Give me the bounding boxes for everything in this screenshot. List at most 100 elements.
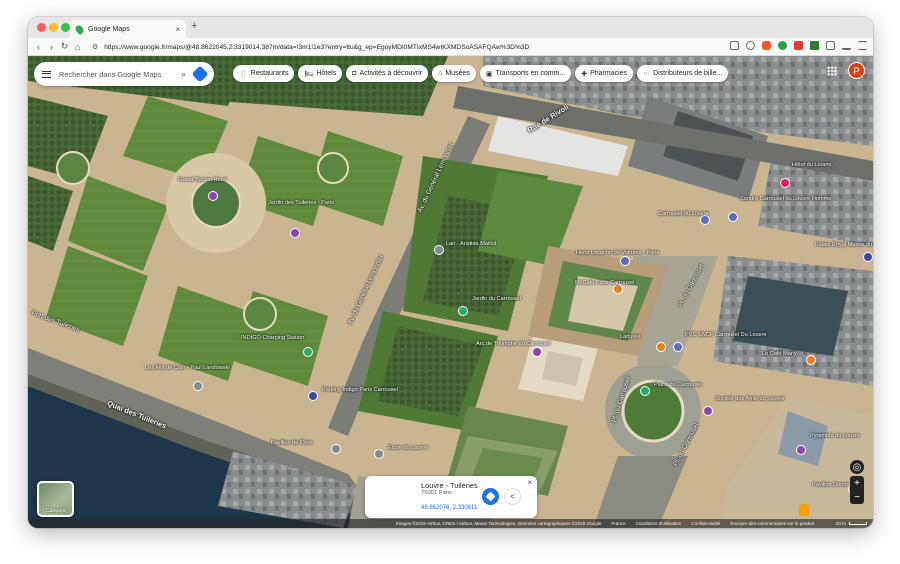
- place-label[interactable]: Société des Amis du Louvre: [715, 396, 784, 402]
- place-label[interactable]: Sandro Carrousel du Louvre Homme: [740, 196, 831, 202]
- place-label[interactable]: Parking Indigo Paris Carrousel: [322, 387, 398, 393]
- place-pin-icon[interactable]: [796, 445, 806, 455]
- location-info-card[interactable]: Louvre - Tuileries 75001 Paris 48.862076…: [365, 476, 537, 518]
- directions-icon[interactable]: [191, 65, 209, 83]
- place-label[interactable]: McCafé Paris Carrousel: [575, 280, 634, 286]
- place-label[interactable]: Jardin du Carrousel: [472, 296, 521, 302]
- place-pin-icon[interactable]: [458, 306, 468, 316]
- place-label[interactable]: PVC SNCF Carrousel Du Louvre: [685, 332, 766, 338]
- scale-bar[interactable]: 20 m: [836, 521, 867, 526]
- menu-icon[interactable]: [42, 70, 51, 78]
- search-icon[interactable]: ⌕: [181, 69, 186, 80]
- place-label[interactable]: Le Café Marly: [762, 351, 797, 357]
- map-viewport[interactable]: Rechercher dans Google Maps ⌕ 🍴 Restauran…: [28, 56, 873, 528]
- chip-label: Transports en comm...: [495, 70, 566, 77]
- chip-atm[interactable]: ··· Distributeurs de bille...: [637, 65, 729, 82]
- menu-icon[interactable]: [858, 41, 867, 50]
- place-label[interactable]: Pavillon Denon: [812, 482, 850, 488]
- close-window-button[interactable]: [37, 23, 46, 32]
- footer-link[interactable]: Confidentialité: [691, 521, 720, 526]
- place-pin-icon[interactable]: [780, 178, 790, 188]
- place-pin-icon[interactable]: [728, 212, 738, 222]
- share-icon[interactable]: <: [504, 488, 521, 505]
- site-settings-icon[interactable]: ⚙: [92, 43, 98, 51]
- search-input[interactable]: Rechercher dans Google Maps: [59, 70, 173, 79]
- zoom-out-button[interactable]: −: [850, 490, 864, 504]
- download-icon[interactable]: [746, 41, 755, 50]
- place-label[interactable]: Carrousel du Louvre: [658, 211, 709, 217]
- place-pin-icon[interactable]: [374, 449, 384, 459]
- place-pin-icon[interactable]: [806, 355, 816, 365]
- place-pin-icon[interactable]: [308, 391, 318, 401]
- place-label[interactable]: Hertz Location de Voitures - Paris: [576, 250, 659, 256]
- minimize-window-button[interactable]: [49, 23, 58, 32]
- footer-link[interactable]: Envoyer des commentaires sur le produit: [730, 521, 814, 526]
- place-label[interactable]: Arc de Triomphe du Carrousel: [476, 341, 551, 347]
- zoom-in-button[interactable]: +: [850, 476, 864, 490]
- place-pin-icon[interactable]: [290, 228, 300, 238]
- close-icon[interactable]: ×: [527, 478, 532, 487]
- directions-button[interactable]: [482, 488, 499, 505]
- atm-icon: ···: [643, 70, 651, 77]
- place-label[interactable]: Pavillon de Flore: [271, 440, 313, 446]
- apps-grid-icon[interactable]: [827, 66, 837, 76]
- place-label[interactable]: Hôtel du Louvre: [792, 162, 832, 168]
- place-label[interactable]: Ecole du Louvre: [388, 445, 428, 451]
- chip-museum[interactable]: ⌂ Musées: [432, 65, 476, 82]
- new-tab-button[interactable]: +: [191, 20, 197, 32]
- place-label[interactable]: Ladurée: [620, 334, 641, 340]
- place-label[interactable]: Les Fils de Caïn - Paul Landowski: [145, 365, 230, 371]
- place-pin-icon[interactable]: [193, 381, 203, 391]
- place-label[interactable]: Lair - Aristide Maillol: [446, 241, 496, 247]
- avatar[interactable]: P: [848, 62, 865, 79]
- tab-google-maps[interactable]: Google Maps ×: [70, 20, 186, 38]
- place-label[interactable]: Grand Bassin Rond: [178, 177, 227, 183]
- place-pin-icon[interactable]: [656, 342, 666, 352]
- brave-shield-icon[interactable]: [762, 41, 771, 50]
- street-view-pegman-icon[interactable]: [799, 504, 809, 516]
- home-button[interactable]: ⌂: [71, 42, 84, 52]
- extension-dark-icon[interactable]: [810, 41, 819, 50]
- location-coordinates[interactable]: 48.862076, 2.330611: [421, 505, 477, 511]
- puzzle-icon[interactable]: [826, 41, 835, 50]
- place-label[interactable]: INDIGO Charging Station: [241, 335, 304, 341]
- place-pin-icon[interactable]: [532, 347, 542, 357]
- maximize-window-button[interactable]: [61, 23, 70, 32]
- place-label[interactable]: Place du Carrousel: [654, 382, 702, 388]
- place-pin-icon[interactable]: [303, 347, 313, 357]
- place-pin-icon[interactable]: [620, 256, 630, 266]
- forward-button[interactable]: ›: [45, 42, 58, 52]
- footer-link[interactable]: France: [611, 521, 625, 526]
- downloads-icon[interactable]: [842, 41, 851, 50]
- chip-restaurant[interactable]: 🍴 Restaurants: [233, 65, 295, 82]
- my-location-icon[interactable]: ◎: [850, 460, 864, 474]
- chip-transit[interactable]: ▣ Transports en comm...: [479, 65, 572, 82]
- place-label[interactable]: Pyramide du Louvre: [810, 433, 860, 439]
- google-maps-favicon-icon: [73, 23, 86, 35]
- back-button[interactable]: ‹: [32, 42, 45, 52]
- chip-label: Restaurants: [250, 70, 289, 77]
- place-pin-icon[interactable]: [703, 406, 713, 416]
- place-label[interactable]: Jardin des Tuileries - Paris: [268, 200, 334, 206]
- reload-button[interactable]: ↻: [58, 41, 71, 52]
- address-bar[interactable]: ⚙ https://www.google.fr/maps/@48.8622045…: [92, 40, 722, 54]
- search-box[interactable]: Rechercher dans Google Maps ⌕: [34, 62, 214, 86]
- place-pin-icon[interactable]: [863, 252, 873, 262]
- chip-hotel[interactable]: 🛏 Hôtels: [298, 65, 343, 82]
- footer-link[interactable]: Conditions d'utilisation: [636, 521, 682, 526]
- satellite-map[interactable]: [28, 56, 873, 528]
- chip-pharmacy[interactable]: ✚ Pharmacies: [575, 65, 634, 82]
- tab-close-icon[interactable]: ×: [175, 25, 180, 34]
- extension-green-icon[interactable]: [778, 41, 787, 50]
- layers-button[interactable]: Calques: [37, 481, 74, 517]
- place-label[interactable]: Palais Royal Musée du Louvre: [815, 242, 873, 248]
- place-pin-icon[interactable]: [640, 386, 650, 396]
- place-pin-icon[interactable]: [331, 444, 341, 454]
- cast-icon[interactable]: [730, 41, 739, 50]
- layers-label: Calques: [45, 508, 66, 514]
- extension-red-icon[interactable]: [794, 41, 803, 50]
- place-pin-icon[interactable]: [434, 245, 444, 255]
- chip-camera[interactable]: ◘ Activités à découvrir: [346, 65, 429, 82]
- place-pin-icon[interactable]: [673, 342, 683, 352]
- place-pin-icon[interactable]: [208, 191, 218, 201]
